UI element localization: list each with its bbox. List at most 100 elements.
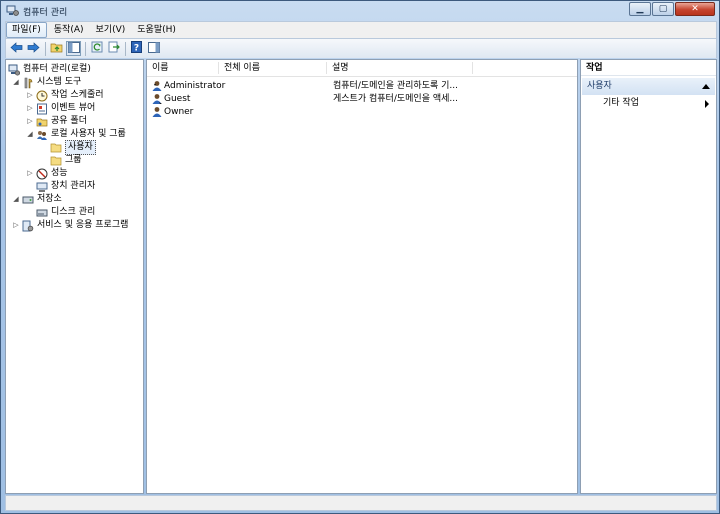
maximize-button[interactable]: ▢ xyxy=(652,2,674,16)
list-item[interactable]: Guest 게스트가 컴퓨터/도메인을 액세... xyxy=(147,93,577,106)
list-column-headers: 이름 전체 이름 설명 xyxy=(147,60,577,77)
expand-arrow-icon[interactable]: ▷ xyxy=(26,89,34,102)
tree-node-system-tools[interactable]: ◢ 시스템 도구 xyxy=(12,76,81,89)
tree-node-users[interactable]: 사용자 xyxy=(40,140,96,155)
tree-node-root[interactable]: 컴퓨터 관리(로컬) xyxy=(8,63,91,76)
menu-file[interactable]: 파일(F) xyxy=(6,22,47,38)
submenu-arrow-icon xyxy=(705,100,709,108)
collapse-arrow-icon[interactable]: ◢ xyxy=(26,128,34,141)
tree-label: 작업 스케줄러 xyxy=(51,90,104,100)
disk-icon xyxy=(36,207,48,219)
list-item[interactable]: Owner xyxy=(147,106,577,119)
forward-arrow-icon xyxy=(27,41,40,56)
tree-node-event-viewer[interactable]: ▷ 이벤트 뷰어 xyxy=(26,102,95,115)
collapse-up-icon[interactable] xyxy=(702,84,710,89)
performance-icon xyxy=(36,168,48,180)
toolbar-separator xyxy=(125,41,126,56)
back-arrow-icon xyxy=(10,41,23,56)
menu-action[interactable]: 동작(A) xyxy=(49,23,89,37)
user-name: Guest xyxy=(164,94,191,104)
svg-text:?: ? xyxy=(134,44,139,54)
tree-label: 장치 관리자 xyxy=(51,181,96,191)
help-icon: ? xyxy=(131,41,142,56)
tree-node-shared-folders[interactable]: ▷ 공유 폴더 xyxy=(26,115,87,128)
up-folder-icon xyxy=(50,41,63,56)
tree-node-groups[interactable]: 그룹 xyxy=(40,154,82,167)
up-level-button[interactable] xyxy=(49,41,64,56)
clock-icon xyxy=(36,90,48,102)
column-header-description[interactable]: 설명 xyxy=(327,62,473,74)
collapse-arrow-icon[interactable]: ◢ xyxy=(12,193,20,206)
window-title: 컴퓨터 관리 xyxy=(23,8,68,18)
tree-node-task-scheduler[interactable]: ▷ 작업 스케줄러 xyxy=(26,89,104,102)
device-manager-icon xyxy=(36,181,48,193)
action-more-actions[interactable]: 기타 작업 xyxy=(603,97,713,110)
maximize-icon: ▢ xyxy=(658,4,668,14)
show-hide-tree-button[interactable] xyxy=(66,41,81,56)
status-bar xyxy=(5,495,717,511)
app-window: 컴퓨터 관리 ▁ ▢ ✕ 파일(F) 동작(A) 보기(V) 도움말(H) ? … xyxy=(0,0,720,514)
minimize-button[interactable]: ▁ xyxy=(629,2,651,16)
actions-header: 작업 xyxy=(581,60,716,76)
back-button[interactable] xyxy=(9,41,24,56)
tree-label: 저장소 xyxy=(37,194,62,204)
show-hide-tree-icon xyxy=(67,41,80,56)
tree-node-performance[interactable]: ▷ 성능 xyxy=(26,167,68,180)
list-item[interactable]: Administrator 컴퓨터/도메인을 관리하도록 기... xyxy=(147,80,577,93)
export-list-icon xyxy=(108,41,120,56)
minimize-icon: ▁ xyxy=(636,4,644,14)
export-list-button[interactable] xyxy=(106,41,121,56)
event-viewer-icon xyxy=(36,103,48,115)
action-label: 기타 작업 xyxy=(603,98,639,108)
tree-label: 시스템 도구 xyxy=(37,77,82,87)
services-icon xyxy=(22,220,34,232)
tree-node-disk-management[interactable]: 디스크 관리 xyxy=(26,206,95,219)
menu-help[interactable]: 도움말(H) xyxy=(132,23,181,37)
tree-label: 디스크 관리 xyxy=(51,207,96,217)
help-button[interactable]: ? xyxy=(129,41,144,56)
show-hide-action-pane-icon xyxy=(147,41,160,56)
tools-icon xyxy=(22,77,34,89)
toolbar-separator xyxy=(85,41,86,56)
computer-management-icon xyxy=(8,64,20,76)
show-hide-action-pane-button[interactable] xyxy=(146,41,161,56)
tree-label: 성능 xyxy=(51,168,68,178)
user-description: 게스트가 컴퓨터/도메인을 액세... xyxy=(333,94,458,104)
refresh-button[interactable] xyxy=(89,41,104,56)
tree-node-device-manager[interactable]: 장치 관리자 xyxy=(26,180,95,193)
collapse-arrow-icon[interactable]: ◢ xyxy=(12,76,20,89)
close-button[interactable]: ✕ xyxy=(675,2,715,16)
actions-section-users[interactable]: 사용자 xyxy=(582,78,715,95)
actions-pane: 작업 사용자 기타 작업 xyxy=(580,59,717,494)
expand-arrow-icon[interactable]: ▷ xyxy=(26,102,34,115)
user-name: Owner xyxy=(164,107,194,117)
tree-label: 그룹 xyxy=(65,155,82,165)
menu-bar: 파일(F) 동작(A) 보기(V) 도움말(H) xyxy=(5,21,717,39)
tree-node-storage[interactable]: ◢ 저장소 xyxy=(12,193,62,206)
column-header-name[interactable]: 이름 xyxy=(147,62,219,74)
actions-section-label: 사용자 xyxy=(587,81,612,91)
user-name: Administrator xyxy=(164,81,226,91)
menu-view[interactable]: 보기(V) xyxy=(91,23,131,37)
tree-label: 공유 폴더 xyxy=(51,116,87,126)
tree-label: 이벤트 뷰어 xyxy=(51,103,96,113)
users-group-icon xyxy=(36,129,48,141)
column-header-full-name[interactable]: 전체 이름 xyxy=(219,62,327,74)
tree-label: 사용자 xyxy=(65,140,96,155)
expand-arrow-icon[interactable]: ▷ xyxy=(26,167,34,180)
title-bar[interactable]: 컴퓨터 관리 ▁ ▢ ✕ xyxy=(1,1,719,21)
user-list-pane[interactable]: 이름 전체 이름 설명 Administrator 컴퓨터/도메인을 관리하도록… xyxy=(146,59,578,494)
close-icon: ✕ xyxy=(691,4,699,14)
user-description: 컴퓨터/도메인을 관리하도록 기... xyxy=(333,81,458,91)
expand-arrow-icon[interactable]: ▷ xyxy=(26,115,34,128)
toolbar: ? xyxy=(5,39,717,58)
console-tree[interactable]: 컴퓨터 관리(로컬) ◢ 시스템 도구 ▷ 작업 스케줄러 ▷ 이벤트 뷰어 ▷… xyxy=(5,59,144,494)
tree-label: 서비스 및 응용 프로그램 xyxy=(37,220,129,230)
forward-button[interactable] xyxy=(26,41,41,56)
shared-folder-icon xyxy=(36,116,48,128)
refresh-icon xyxy=(91,41,103,56)
tree-node-services-apps[interactable]: ▷ 서비스 및 응용 프로그램 xyxy=(12,219,128,232)
toolbar-separator xyxy=(45,41,46,56)
expand-arrow-icon[interactable]: ▷ xyxy=(12,219,20,232)
storage-icon xyxy=(22,194,34,206)
